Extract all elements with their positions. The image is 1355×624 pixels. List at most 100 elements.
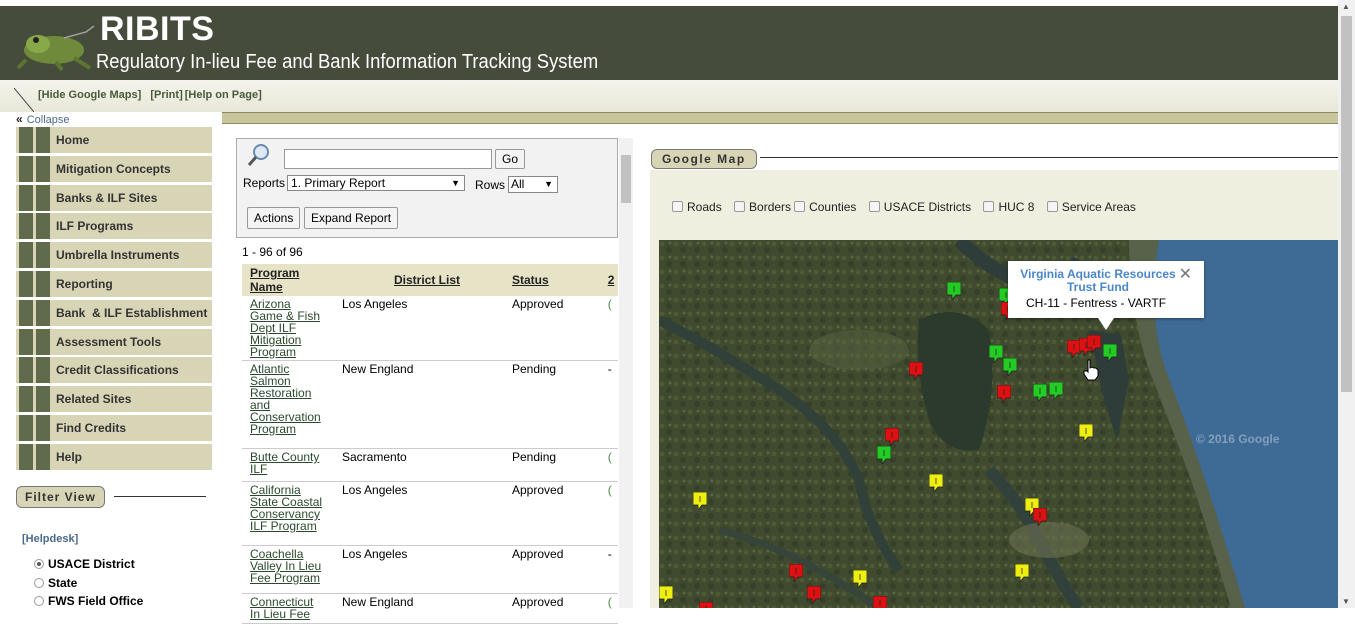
search-input[interactable] xyxy=(284,149,492,169)
map-marker-yellow[interactable]: I xyxy=(1014,563,1030,584)
layer-huc8[interactable]: HUC 8 xyxy=(983,200,1034,214)
layer-borders[interactable]: Borders xyxy=(734,200,791,214)
map-marker-red[interactable]: I xyxy=(1086,334,1102,355)
map-marker-red[interactable]: I xyxy=(1032,507,1048,528)
info-title-link[interactable]: Virginia Aquatic Resources Trust Fund xyxy=(1008,268,1188,294)
link-bar: [Hide Google Maps] [Print] [Help on Page] xyxy=(0,80,1338,112)
satellite-map[interactable]: IIIIIIIIIIIIIIIIIIIIIIIIIII xyxy=(659,240,1338,608)
map-marker-red[interactable]: I xyxy=(908,361,924,382)
map-marker-green[interactable]: I xyxy=(1048,381,1064,402)
svg-text:I: I xyxy=(883,449,885,458)
program-name-link[interactable]: Coachella Valley In Lieu Fee Program xyxy=(242,545,334,594)
sidebar-item-home[interactable]: Home xyxy=(16,127,212,153)
program-name-link[interactable]: Atlantic Salmon Restoration and Conserva… xyxy=(242,360,334,449)
sidebar-item-label: Home xyxy=(56,133,90,147)
scroll-down-arrow-icon[interactable]: ▼ xyxy=(1342,597,1350,606)
rows-select[interactable]: All ▼ xyxy=(508,176,558,193)
map-marker-green[interactable]: I xyxy=(876,445,892,466)
sidebar-item-label: Find Credits xyxy=(56,420,127,435)
program-name-link[interactable]: Arizona Game & Fish Dept ILF Mitigation … xyxy=(242,296,334,361)
sidebar-item-establishment[interactable]: Bank & ILF Establishment xyxy=(16,299,212,326)
sidebar-item-reporting[interactable]: Reporting xyxy=(16,270,212,297)
sidebar-item-credit-classifications[interactable]: Credit Classifications xyxy=(16,357,212,384)
map-marker-red[interactable]: I xyxy=(996,384,1012,405)
frog-logo-icon xyxy=(16,25,95,72)
map-marker-red[interactable]: I xyxy=(884,427,900,448)
layer-label: Borders xyxy=(749,200,792,214)
sidebar-item-mitigation-concepts[interactable]: Mitigation Concepts xyxy=(16,155,212,182)
svg-text:I: I xyxy=(915,365,917,374)
svg-text:I: I xyxy=(1109,347,1111,356)
scroll-up-arrow-icon[interactable]: ▲ xyxy=(1342,2,1350,11)
map-marker-yellow[interactable]: I xyxy=(1078,423,1094,444)
hand-cursor-icon xyxy=(1083,359,1099,381)
map-marker-red[interactable]: I xyxy=(788,563,804,584)
close-icon[interactable]: ✕ xyxy=(1179,264,1192,284)
map-watermark: © 2016 Google xyxy=(1196,432,1280,446)
expand-report-button[interactable]: Expand Report xyxy=(304,207,399,229)
go-button[interactable]: Go xyxy=(495,149,525,169)
report-select[interactable]: 1. Primary Report ▼ xyxy=(287,175,465,191)
radio-state[interactable]: State xyxy=(34,576,77,590)
content-divider xyxy=(222,112,1338,124)
layer-service-areas[interactable]: Service Areas xyxy=(1046,200,1136,214)
map-marker-yellow[interactable]: I xyxy=(692,491,708,512)
map-marker-yellow[interactable]: I xyxy=(928,473,944,494)
collapse-toggle[interactable]: «Collapse xyxy=(16,112,70,126)
column-header-district-list[interactable]: District List xyxy=(334,264,504,296)
table-row: Atlantic Salmon Restoration and Conserva… xyxy=(242,360,618,449)
district-cell: Los Angeles xyxy=(334,481,504,546)
radio-button xyxy=(34,578,44,588)
print-link[interactable]: [Print] xyxy=(150,89,182,101)
map-marker-yellow[interactable]: I xyxy=(659,585,674,606)
extra-cell: - xyxy=(607,360,618,449)
layer-label: HUC 8 xyxy=(998,200,1035,214)
radio-label: FWS Field Office xyxy=(48,594,144,608)
help-on-page-link[interactable]: [Help on Page] xyxy=(185,89,262,101)
map-marker-red[interactable]: I xyxy=(806,585,822,606)
collapse-label: Collapse xyxy=(26,114,70,126)
google-map-tab[interactable]: Google Map xyxy=(651,149,757,169)
column-header-program-name[interactable]: Program Name xyxy=(242,264,334,296)
hide-google-maps-link[interactable]: [Hide Google Maps] xyxy=(38,89,141,101)
column-header-status[interactable]: Status xyxy=(504,264,608,296)
map-marker-green[interactable]: I xyxy=(1032,383,1048,404)
report-scrollbar[interactable] xyxy=(619,138,633,608)
helpdesk-link[interactable]: [Helpdesk] xyxy=(22,533,78,545)
filter-view-tab[interactable]: Filter View xyxy=(16,486,105,508)
sidebar-item-umbrella-instruments[interactable]: Umbrella Instruments xyxy=(16,242,212,269)
program-name-link[interactable]: Butte County ILF xyxy=(242,448,334,482)
sidebar-item-related-sites[interactable]: Related Sites xyxy=(16,386,212,413)
svg-text:I: I xyxy=(665,589,667,598)
layer-usace-districts[interactable]: USACE Districts xyxy=(868,200,971,214)
extra-cell: - xyxy=(607,545,618,594)
map-marker-green[interactable]: I xyxy=(946,281,962,302)
map-marker-red[interactable]: I xyxy=(872,595,888,608)
status-cell: Approved xyxy=(504,481,608,546)
program-name-link[interactable]: Connecticut In Lieu Fee xyxy=(242,593,334,624)
rows-label: Rows xyxy=(475,178,506,192)
sidebar-item-ilf-programs[interactable]: ILF Programs xyxy=(16,213,212,240)
program-name-link[interactable]: California State Coastal Conservancy ILF… xyxy=(242,481,334,546)
layer-roads[interactable]: Roads xyxy=(672,200,722,214)
map-marker-red[interactable]: I xyxy=(698,601,714,608)
svg-text:I: I xyxy=(1003,388,1005,397)
map-marker-green[interactable]: I xyxy=(988,344,1004,365)
column-header-extra[interactable]: 2 xyxy=(607,264,618,296)
radio-fws-field-office[interactable]: FWS Field Office xyxy=(34,594,143,608)
info-pointer xyxy=(1098,318,1114,330)
map-marker-green[interactable]: I xyxy=(1002,357,1018,378)
actions-button[interactable]: Actions xyxy=(247,207,301,229)
layer-counties[interactable]: Counties xyxy=(794,200,856,214)
sidebar-item-assessment-tools[interactable]: Assessment Tools xyxy=(16,328,212,355)
checkbox-icon xyxy=(983,201,995,212)
sidebar-item-label: Banks & ILF Sites xyxy=(56,190,158,205)
sidebar-item-banks-ilf-sites[interactable]: Banks & ILF Sites xyxy=(16,184,212,211)
map-marker-green[interactable]: I xyxy=(1102,343,1118,364)
map-marker-yellow[interactable]: I xyxy=(852,569,868,590)
sidebar-item-find-credits[interactable]: Find Credits xyxy=(16,414,212,441)
sidebar-item-help[interactable]: Help xyxy=(16,443,212,470)
district-cell: New England xyxy=(334,593,504,624)
radio-usace-district[interactable]: USACE District xyxy=(34,557,135,571)
page-scrollbar[interactable]: ▲ ▼ xyxy=(1338,0,1355,608)
